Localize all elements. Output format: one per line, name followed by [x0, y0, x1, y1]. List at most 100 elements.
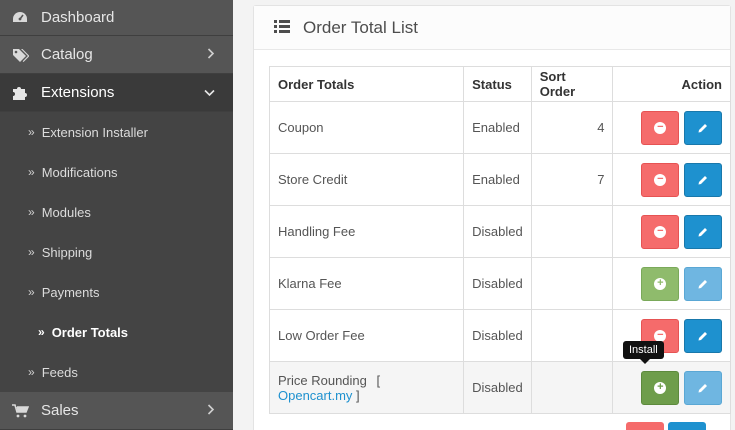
table-row: Klarna Fee Disabled + — [268, 257, 731, 310]
install-button[interactable]: + — [641, 266, 680, 301]
sidebar-item-label: Modifications — [41, 164, 118, 180]
column-header-status[interactable]: Status — [463, 66, 532, 102]
sidebar-item-label: Feeds — [41, 364, 78, 380]
table-header-row: Order Totals Status Sort Order Action — [268, 66, 731, 102]
double-angle-right-icon: » — [28, 365, 35, 379]
sidebar-item-label: Shipping — [41, 244, 93, 260]
cell-status: Disabled — [463, 205, 532, 258]
uninstall-button[interactable]: − — [641, 110, 680, 145]
cell-sort-order — [530, 257, 614, 310]
sidebar-item-extensions[interactable]: Extensions — [0, 74, 233, 112]
cell-name: Handling Fee — [268, 205, 465, 258]
cell-sort-order: 4 — [530, 101, 614, 154]
sidebar-item-catalog[interactable]: Catalog — [0, 36, 233, 74]
tags-icon — [12, 48, 32, 62]
sidebar-item-shipping[interactable]: » Shipping — [0, 232, 233, 272]
extension-name: Price Rounding — [278, 372, 367, 388]
sidebar-item-label: Dashboard — [41, 8, 115, 26]
table-row: Store Credit Enabled 7 − — [268, 153, 731, 206]
sidebar-item-label: Extensions — [41, 84, 115, 101]
double-angle-right-icon: » — [28, 205, 35, 219]
minus-circle-icon: − — [654, 121, 667, 134]
install-tooltip: Install — [623, 341, 664, 364]
cell-status: Disabled — [463, 257, 532, 310]
sidebar-item-sales[interactable]: Sales — [0, 392, 233, 430]
sidebar-item-modules[interactable]: » Modules — [0, 192, 233, 232]
developer-link[interactable]: Opencart.my — [278, 388, 352, 403]
dashboard-icon — [12, 10, 32, 24]
edit-button[interactable] — [684, 162, 722, 197]
uninstall-button[interactable] — [626, 422, 664, 430]
sidebar-item-label: Payments — [41, 284, 100, 300]
pencil-icon — [698, 331, 707, 340]
list-icon — [274, 18, 290, 38]
uninstall-button[interactable]: − — [641, 162, 680, 197]
cell-name: Store Credit — [268, 153, 465, 206]
cell-sort-order — [530, 309, 614, 362]
panel-heading: Order Total List — [254, 6, 730, 50]
minus-circle-icon: − — [654, 225, 667, 238]
order-totals-table: Order Totals Status Sort Order Action Co… — [268, 66, 731, 414]
column-header-action: Action — [612, 66, 731, 102]
double-angle-right-icon: » — [28, 165, 35, 179]
plus-circle-icon: + — [654, 277, 667, 290]
minus-circle-icon: − — [654, 329, 667, 342]
sidebar: Dashboard Catalog Extensions » Extension … — [0, 0, 233, 430]
cell-actions: + — [612, 257, 731, 310]
cell-name: Price Rounding [ Opencart.my ] — [268, 361, 465, 414]
edit-button[interactable] — [684, 214, 722, 249]
table-row: Price Rounding [ Opencart.my ] Disabled … — [268, 361, 731, 414]
pencil-icon — [698, 123, 707, 132]
sidebar-item-modifications[interactable]: » Modifications — [0, 152, 233, 192]
edit-button[interactable] — [668, 422, 706, 430]
edit-button[interactable] — [684, 110, 722, 145]
sidebar-item-feeds[interactable]: » Feeds — [0, 352, 233, 392]
chevron-down-icon — [204, 85, 215, 100]
cell-actions: − — [612, 205, 731, 258]
install-button[interactable]: + — [641, 370, 680, 405]
cell-sort-order: 7 — [530, 153, 614, 206]
cell-actions: + — [612, 361, 731, 414]
double-angle-right-icon: » — [28, 245, 35, 259]
cell-name: Low Order Fee — [268, 309, 465, 362]
cell-sort-order — [530, 361, 614, 414]
sidebar-item-dashboard[interactable]: Dashboard — [0, 0, 233, 36]
uninstall-button[interactable]: − — [641, 214, 680, 249]
edit-button-disabled — [684, 266, 722, 301]
cell-status: Enabled — [463, 153, 532, 206]
column-header-sort-order[interactable]: Sort Order — [530, 66, 614, 102]
cell-name: Klarna Fee — [268, 257, 465, 310]
cell-actions: − — [612, 153, 731, 206]
sidebar-item-label: Order Totals — [51, 324, 129, 340]
column-header-order-totals[interactable]: Order Totals — [268, 66, 465, 102]
sidebar-item-label: Sales — [41, 402, 79, 419]
cell-actions: − — [612, 101, 731, 154]
pencil-icon — [698, 383, 707, 392]
table-row: Handling Fee Disabled − — [268, 205, 731, 258]
cell-sort-order — [530, 205, 614, 258]
cell-status: Disabled — [463, 309, 532, 362]
chevron-right-icon — [207, 47, 215, 62]
cell-status: Disabled — [463, 361, 532, 414]
puzzle-icon — [12, 85, 32, 100]
sidebar-item-extension-installer[interactable]: » Extension Installer — [0, 112, 233, 152]
sidebar-item-payments[interactable]: » Payments — [0, 272, 233, 312]
extensions-submenu: » Extension Installer » Modifications » Mod… — [0, 112, 233, 392]
pencil-icon — [698, 175, 707, 184]
chevron-right-icon — [207, 403, 215, 418]
sidebar-item-order-totals[interactable]: » Order Totals — [0, 312, 233, 352]
minus-circle-icon: − — [654, 173, 667, 186]
plus-circle-icon: + — [654, 381, 667, 394]
double-angle-right-icon: » — [28, 285, 35, 299]
sidebar-item-label: Extension Installer — [41, 124, 148, 140]
cart-icon — [12, 403, 32, 418]
cell-name: Coupon — [268, 101, 465, 154]
pencil-icon — [698, 279, 707, 288]
edit-button-disabled — [684, 370, 722, 405]
edit-button[interactable] — [684, 318, 722, 353]
pencil-icon — [698, 227, 707, 236]
double-angle-right-icon: » — [28, 125, 35, 139]
table-row: Coupon Enabled 4 − — [268, 101, 731, 154]
cell-status: Enabled — [463, 101, 532, 154]
link-bracket-open: [ — [376, 372, 381, 388]
